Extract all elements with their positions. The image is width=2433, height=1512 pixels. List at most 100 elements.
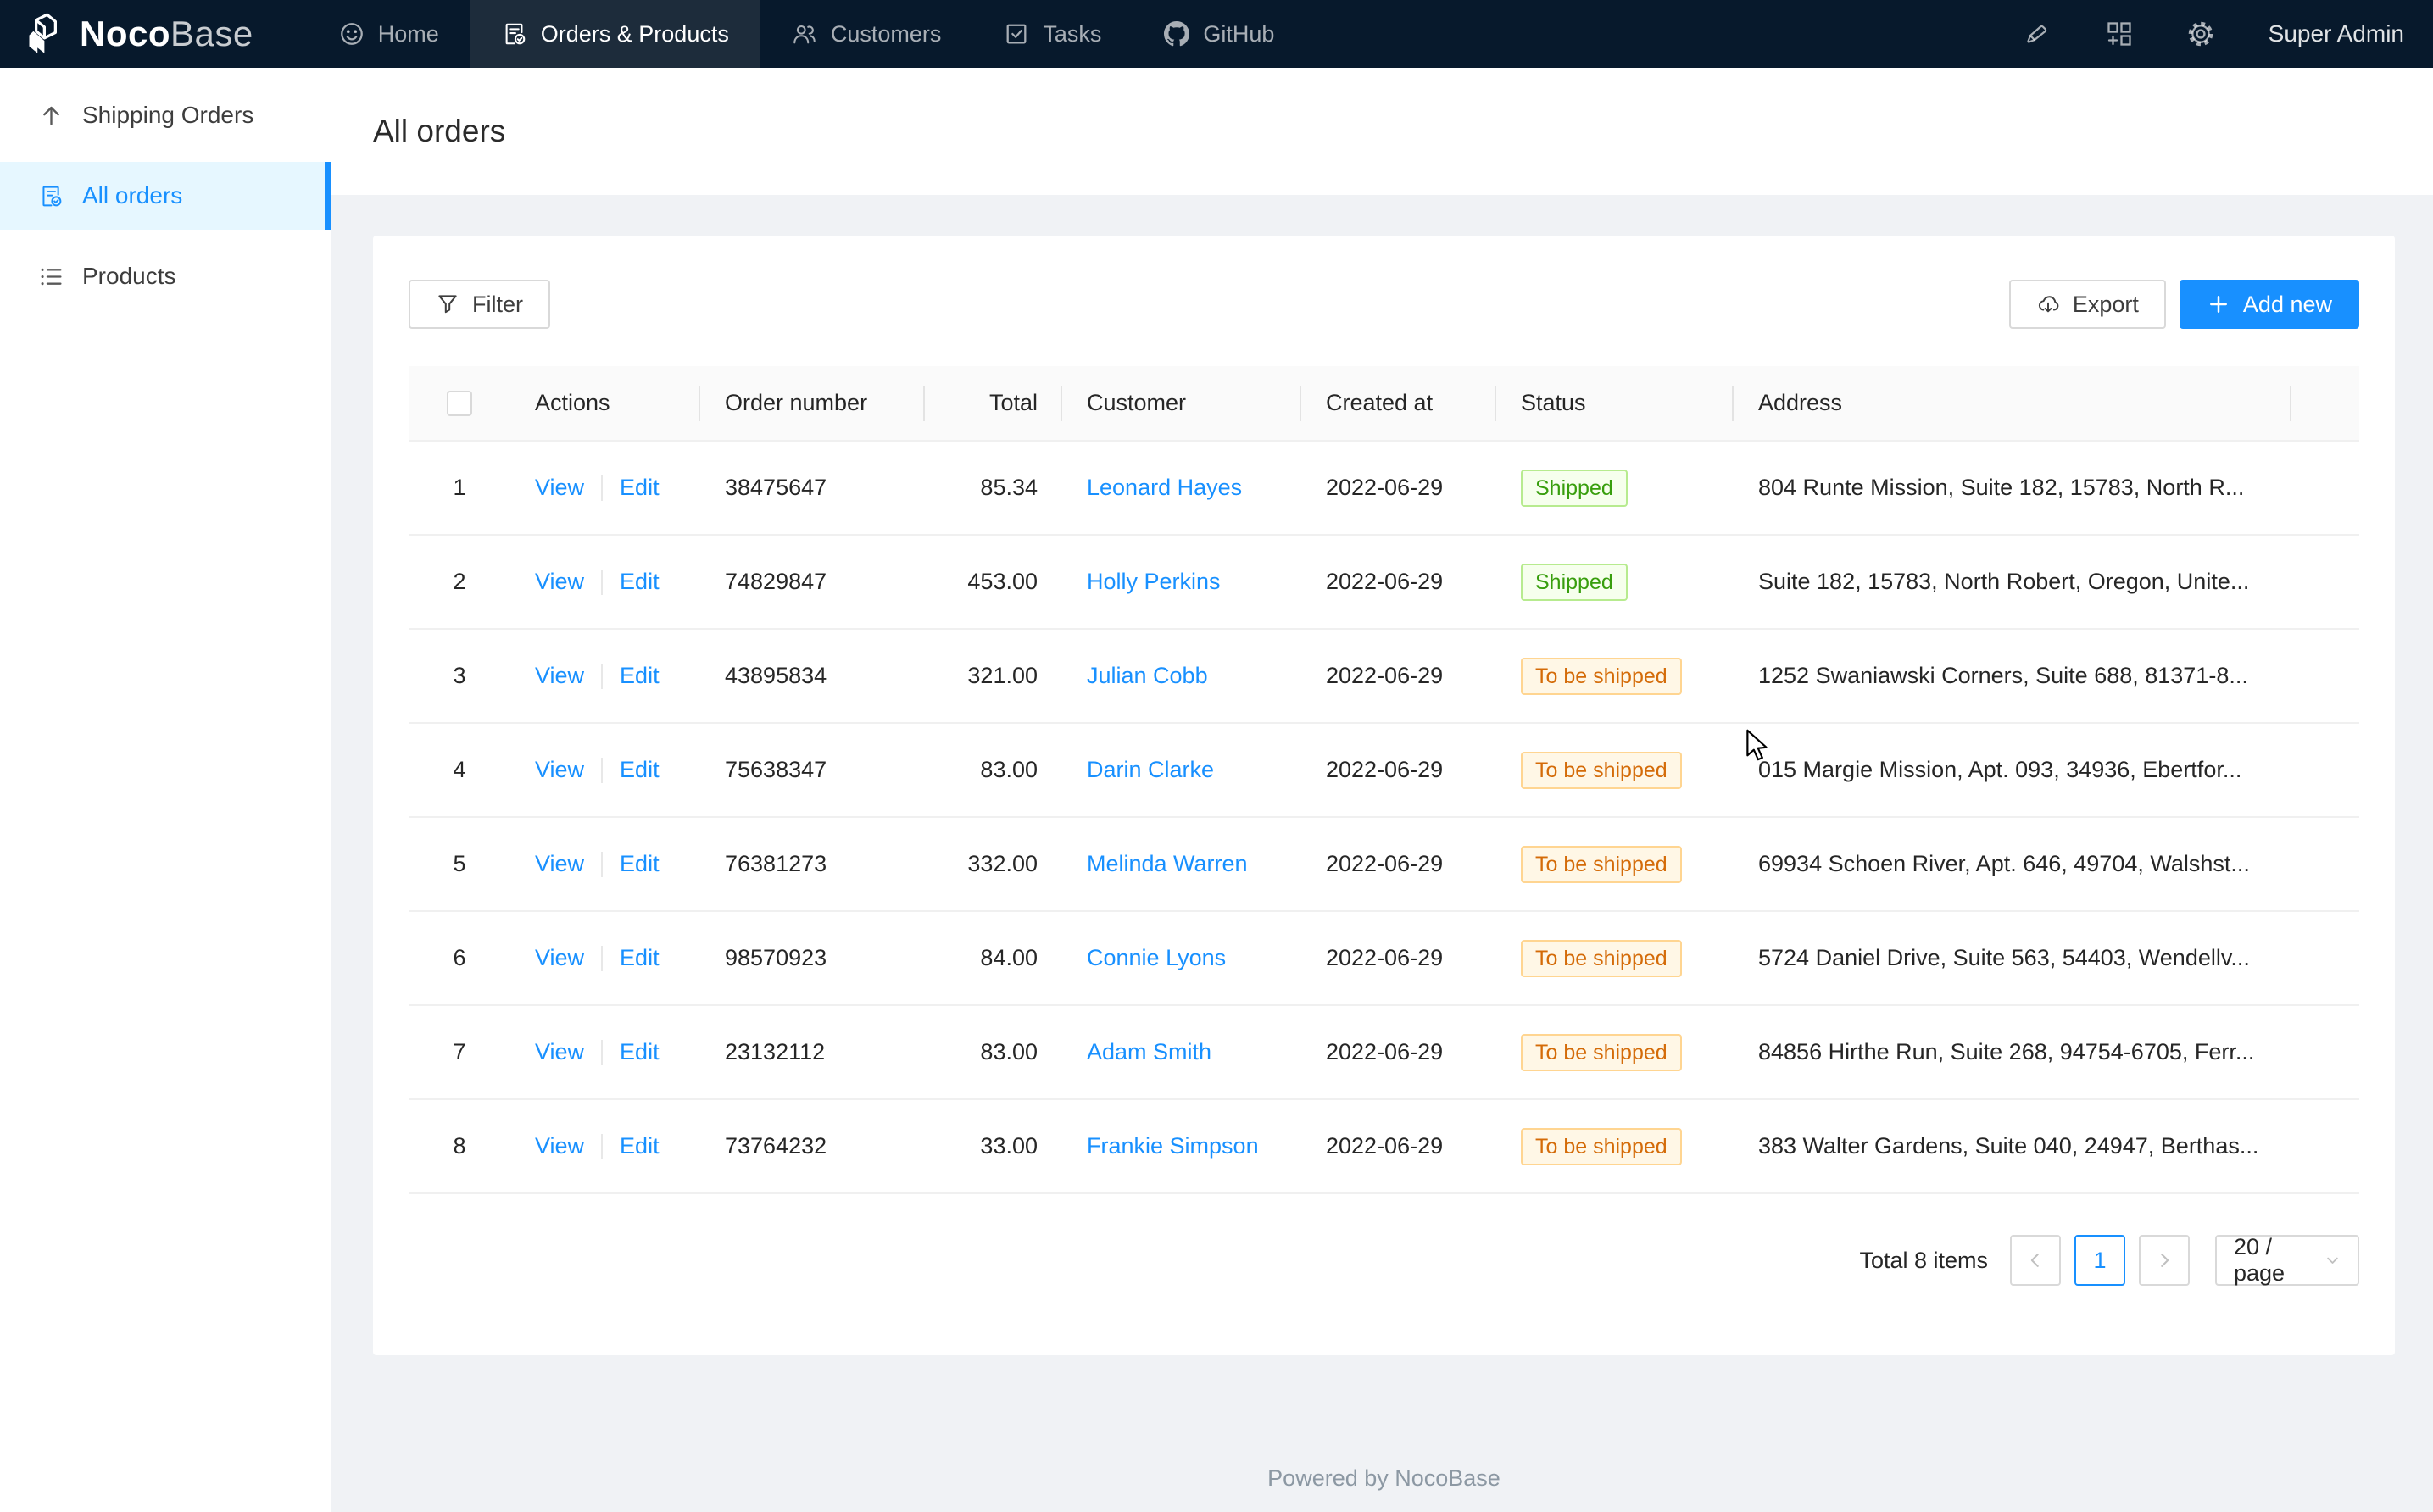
cloud-download-icon bbox=[2036, 292, 2060, 316]
column-header-order-number: Order number bbox=[700, 366, 925, 441]
order-number-cell: 38475647 bbox=[700, 441, 925, 535]
order-number-cell: 74829847 bbox=[700, 535, 925, 629]
edit-link[interactable]: Edit bbox=[620, 569, 660, 594]
smiley-icon bbox=[339, 21, 365, 47]
table-row: 5 ViewEdit 76381273 332.00 Melinda Warre… bbox=[409, 817, 2359, 911]
customer-link[interactable]: Darin Clarke bbox=[1087, 757, 1214, 782]
nav-item-tasks[interactable]: Tasks bbox=[972, 0, 1133, 68]
page-header: All orders bbox=[331, 68, 2433, 195]
created-at-cell: 2022-06-29 bbox=[1301, 1099, 1496, 1193]
page-1-button[interactable]: 1 bbox=[2074, 1235, 2125, 1286]
user-menu[interactable]: Super Admin bbox=[2269, 20, 2404, 47]
column-header-filler bbox=[2291, 366, 2359, 441]
row-index: 4 bbox=[409, 723, 510, 817]
order-number-cell: 98570923 bbox=[700, 911, 925, 1005]
address-cell: 804 Runte Mission, Suite 182, 15783, Nor… bbox=[1734, 441, 2291, 535]
page-size-select[interactable]: 20 / page bbox=[2215, 1235, 2359, 1286]
divider bbox=[601, 946, 603, 971]
row-index: 3 bbox=[409, 629, 510, 723]
view-link[interactable]: View bbox=[535, 1039, 584, 1065]
customer-link[interactable]: Melinda Warren bbox=[1087, 851, 1248, 876]
row-index: 8 bbox=[409, 1099, 510, 1193]
page-size-value: 20 / page bbox=[2234, 1234, 2324, 1287]
file-done-icon bbox=[39, 184, 64, 208]
divider bbox=[601, 475, 603, 501]
select-all-checkbox[interactable] bbox=[447, 391, 472, 416]
column-header-created-at: Created at bbox=[1301, 366, 1496, 441]
nav-item-label: Tasks bbox=[1043, 21, 1101, 47]
table-row: 4 ViewEdit 75638347 83.00 Darin Clarke 2… bbox=[409, 723, 2359, 817]
sidebar-item-shipping-orders[interactable]: Shipping Orders bbox=[0, 81, 331, 149]
customer-link[interactable]: Connie Lyons bbox=[1087, 945, 1226, 970]
edit-link[interactable]: Edit bbox=[620, 757, 660, 782]
created-at-cell: 2022-06-29 bbox=[1301, 911, 1496, 1005]
nocobase-logo[interactable]: NocoBase bbox=[0, 0, 284, 68]
export-button[interactable]: Export bbox=[2009, 280, 2166, 329]
row-index: 2 bbox=[409, 535, 510, 629]
nav-menu: Home Orders & Products Customers bbox=[308, 0, 1306, 68]
powered-by-link[interactable]: Powered by NocoBase bbox=[373, 1465, 2395, 1492]
pagination: Total 8 items 1 20 / page bbox=[409, 1235, 2359, 1286]
nav-item-github[interactable]: GitHub bbox=[1133, 0, 1306, 68]
sidebar-item-products[interactable]: Products bbox=[0, 242, 331, 310]
customer-link[interactable]: Julian Cobb bbox=[1087, 663, 1208, 688]
address-cell: 84856 Hirthe Run, Suite 268, 94754-6705,… bbox=[1734, 1005, 2291, 1099]
prev-page-button[interactable] bbox=[2010, 1235, 2061, 1286]
edit-link[interactable]: Edit bbox=[620, 475, 660, 500]
edit-link[interactable]: Edit bbox=[620, 851, 660, 876]
view-link[interactable]: View bbox=[535, 757, 584, 782]
created-at-cell: 2022-06-29 bbox=[1301, 629, 1496, 723]
total-cell: 85.34 bbox=[925, 441, 1062, 535]
nav-item-orders-products[interactable]: Orders & Products bbox=[470, 0, 760, 68]
plugin-grid-icon[interactable] bbox=[2106, 20, 2133, 47]
view-link[interactable]: View bbox=[535, 475, 584, 500]
team-icon bbox=[792, 21, 817, 47]
brand-text: NocoBase bbox=[80, 14, 253, 54]
highlighter-icon[interactable] bbox=[2024, 20, 2052, 47]
mouse-cursor bbox=[1745, 729, 1773, 763]
total-cell: 84.00 bbox=[925, 911, 1062, 1005]
column-header-actions: Actions bbox=[510, 366, 700, 441]
filter-icon bbox=[436, 292, 459, 316]
filter-button[interactable]: Filter bbox=[409, 280, 550, 329]
view-link[interactable]: View bbox=[535, 851, 584, 876]
created-at-cell: 2022-06-29 bbox=[1301, 817, 1496, 911]
sidebar: Shipping Orders All orders Products bbox=[0, 68, 331, 1512]
view-link[interactable]: View bbox=[535, 945, 584, 970]
check-square-icon bbox=[1004, 21, 1029, 47]
status-badge: Shipped bbox=[1521, 470, 1628, 507]
gear-icon[interactable] bbox=[2187, 20, 2214, 47]
github-icon bbox=[1164, 21, 1189, 47]
top-nav: NocoBase Home Orders & Products bbox=[0, 0, 2433, 68]
customer-link[interactable]: Leonard Hayes bbox=[1087, 475, 1242, 500]
row-index: 7 bbox=[409, 1005, 510, 1099]
edit-link[interactable]: Edit bbox=[620, 945, 660, 970]
status-badge: To be shipped bbox=[1521, 1128, 1682, 1165]
plus-icon bbox=[2207, 292, 2230, 316]
customer-link[interactable]: Holly Perkins bbox=[1087, 569, 1221, 594]
sidebar-item-all-orders[interactable]: All orders bbox=[0, 162, 331, 230]
view-link[interactable]: View bbox=[535, 663, 584, 688]
divider bbox=[601, 1040, 603, 1065]
address-cell: 1252 Swaniawski Corners, Suite 688, 8137… bbox=[1734, 629, 2291, 723]
nav-item-home[interactable]: Home bbox=[308, 0, 470, 68]
table-row: 1 ViewEdit 38475647 85.34 Leonard Hayes … bbox=[409, 441, 2359, 535]
address-cell: 69934 Schoen River, Apt. 646, 49704, Wal… bbox=[1734, 817, 2291, 911]
customer-link[interactable]: Frankie Simpson bbox=[1087, 1133, 1259, 1159]
table-toolbar: Filter Export Add new bbox=[409, 280, 2359, 329]
view-link[interactable]: View bbox=[535, 1133, 584, 1159]
edit-link[interactable]: Edit bbox=[620, 663, 660, 688]
nav-item-customers[interactable]: Customers bbox=[760, 0, 973, 68]
order-file-icon bbox=[502, 21, 527, 47]
next-page-button[interactable] bbox=[2139, 1235, 2190, 1286]
arrow-up-icon bbox=[39, 103, 64, 128]
pagination-total: Total 8 items bbox=[1859, 1248, 1988, 1274]
customer-link[interactable]: Adam Smith bbox=[1087, 1039, 1211, 1065]
edit-link[interactable]: Edit bbox=[620, 1133, 660, 1159]
order-number-cell: 73764232 bbox=[700, 1099, 925, 1193]
edit-link[interactable]: Edit bbox=[620, 1039, 660, 1065]
add-new-button[interactable]: Add new bbox=[2180, 280, 2359, 329]
view-link[interactable]: View bbox=[535, 569, 584, 594]
address-cell: 015 Margie Mission, Apt. 093, 34936, Ebe… bbox=[1734, 723, 2291, 817]
table-row: 3 ViewEdit 43895834 321.00 Julian Cobb 2… bbox=[409, 629, 2359, 723]
